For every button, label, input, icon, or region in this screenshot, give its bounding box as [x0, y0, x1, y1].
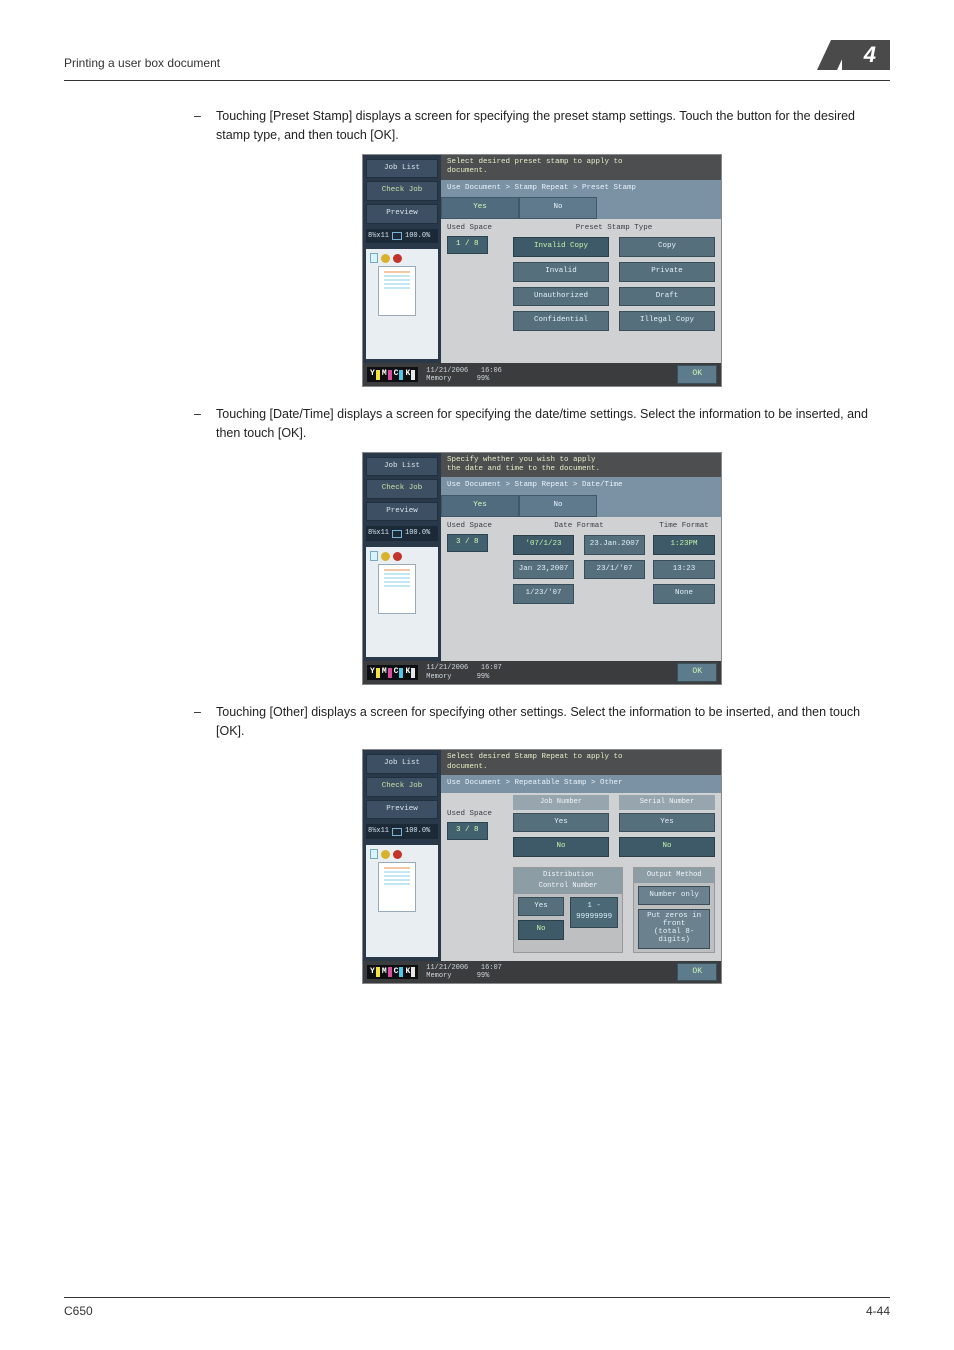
status-bar: 8½x11100.0% [366, 526, 438, 541]
toner-levels: Y M C K [367, 965, 418, 979]
check-job-button[interactable]: Check Job [366, 479, 438, 499]
date-opt-4[interactable]: 23/1/'07 [584, 560, 645, 580]
bullet-text-1: Touching [Preset Stamp] displays a scree… [216, 107, 890, 146]
preview-button[interactable]: Preview [366, 204, 438, 224]
preview-panel [366, 249, 438, 359]
job-list-button[interactable]: Job List [366, 457, 438, 477]
rotate-right-icon[interactable] [393, 850, 402, 859]
bullet-dash: – [194, 703, 216, 742]
bullet-text-2: Touching [Date/Time] displays a screen f… [216, 405, 890, 444]
opt-illegal-copy[interactable]: Illegal Copy [619, 311, 715, 331]
serial-number-title: Serial Number [619, 795, 715, 810]
page-thumbnail [378, 564, 416, 614]
tab-no[interactable]: No [519, 197, 597, 219]
section-title: Preset Stamp Type [513, 223, 715, 235]
tab-yes[interactable]: Yes [441, 495, 519, 517]
screenshot-other: Job List Check Job Preview 8½x11100.0% [362, 749, 722, 984]
breadcrumb: Use Document > Repeatable Stamp > Other [441, 775, 721, 793]
preview-button[interactable]: Preview [366, 502, 438, 522]
job-number-yes[interactable]: Yes [513, 813, 609, 833]
footer-datetime: 11/21/2006 16:07 Memory 99% [426, 664, 502, 680]
time-opt-2[interactable]: 13:23 [653, 560, 715, 580]
prompt-text: Specify whether you wish to apply the da… [441, 453, 721, 478]
date-opt-5[interactable]: 1/23/'07 [513, 584, 574, 604]
rotate-left-icon[interactable] [381, 850, 390, 859]
distribution-title: Distribution Control Number [514, 868, 622, 894]
date-format-title: Date Format [513, 521, 645, 533]
breadcrumb: Use Document > Stamp Repeat > Preset Sta… [441, 180, 721, 198]
time-opt-1[interactable]: 1:23PM [653, 535, 715, 555]
rotate-right-icon[interactable] [393, 254, 402, 263]
ok-button[interactable]: OK [677, 663, 717, 681]
preview-panel [366, 845, 438, 957]
bullet-dash: – [194, 107, 216, 146]
doc-icon [370, 551, 378, 561]
opt-confidential[interactable]: Confidential [513, 311, 609, 331]
prompt-text: Select desired Stamp Repeat to apply to … [441, 750, 721, 775]
serial-number-no[interactable]: No [619, 837, 715, 857]
footer-model: C650 [64, 1304, 93, 1318]
serial-number-yes[interactable]: Yes [619, 813, 715, 833]
page-fraction: 1 / 8 [447, 236, 488, 254]
used-space-label: Used Space [447, 809, 505, 821]
screenshot-preset-stamp: Job List Check Job Preview 8½x11100.0% [362, 154, 722, 387]
ok-button[interactable]: OK [677, 365, 717, 383]
used-space-label: Used Space [447, 521, 505, 533]
rotate-left-icon[interactable] [381, 552, 390, 561]
rotate-right-icon[interactable] [393, 552, 402, 561]
status-bar: 8½x11100.0% [366, 229, 438, 244]
bullet-text-3: Touching [Other] displays a screen for s… [216, 703, 890, 742]
opt-draft[interactable]: Draft [619, 287, 715, 307]
doc-icon [370, 849, 378, 859]
output-zeros[interactable]: Put zeros in front (total 8-digits) [638, 909, 710, 949]
page-thumbnail [378, 862, 416, 912]
job-list-button[interactable]: Job List [366, 159, 438, 179]
footer-datetime: 11/21/2006 16:06 Memory 99% [426, 367, 502, 383]
opt-private[interactable]: Private [619, 262, 715, 282]
page-fraction: 3 / 8 [447, 822, 488, 840]
screenshot-date-time: Job List Check Job Preview 8½x11100.0% [362, 452, 722, 685]
output-method-title: Output Method [634, 868, 714, 883]
opt-invalid-copy[interactable]: Invalid Copy [513, 237, 609, 257]
date-opt-1[interactable]: '07/1/23 [513, 535, 574, 555]
page-content: – Touching [Preset Stamp] displays a scr… [194, 107, 890, 984]
date-opt-3[interactable]: Jan 23,2007 [513, 560, 574, 580]
output-number-only[interactable]: Number only [638, 886, 710, 906]
rotate-left-icon[interactable] [381, 254, 390, 263]
opt-unauthorized[interactable]: Unauthorized [513, 287, 609, 307]
dist-no[interactable]: No [518, 920, 564, 940]
breadcrumb: Use Document > Stamp Repeat > Date/Time [441, 477, 721, 495]
check-job-button[interactable]: Check Job [366, 777, 438, 797]
status-bar: 8½x11100.0% [366, 824, 438, 839]
bullet-dash: – [194, 405, 216, 444]
job-number-no[interactable]: No [513, 837, 609, 857]
opt-invalid[interactable]: Invalid [513, 262, 609, 282]
prompt-text: Select desired preset stamp to apply to … [441, 155, 721, 180]
opt-copy[interactable]: Copy [619, 237, 715, 257]
used-space-label: Used Space [447, 223, 505, 235]
toner-levels: Y M C K [367, 665, 418, 679]
dist-yes[interactable]: Yes [518, 897, 564, 917]
running-title: Printing a user box document [64, 56, 220, 70]
page-fraction: 3 / 8 [447, 534, 488, 552]
chapter-number: 4 [842, 40, 890, 70]
doc-icon [370, 253, 378, 263]
dist-range[interactable]: 1 - 99999999 [570, 897, 618, 928]
preview-panel [366, 547, 438, 657]
date-opt-2[interactable]: 23.Jan.2007 [584, 535, 645, 555]
time-opt-3[interactable]: None [653, 584, 715, 604]
tab-no[interactable]: No [519, 495, 597, 517]
preview-button[interactable]: Preview [366, 800, 438, 820]
page-thumbnail [378, 266, 416, 316]
check-job-button[interactable]: Check Job [366, 181, 438, 201]
job-list-button[interactable]: Job List [366, 754, 438, 774]
time-format-title: Time Format [653, 521, 715, 533]
toner-levels: Y M C K [367, 367, 418, 381]
job-number-title: Job Number [513, 795, 609, 810]
footer-datetime: 11/21/2006 16:07 Memory 99% [426, 964, 502, 980]
tab-yes[interactable]: Yes [441, 197, 519, 219]
footer-page: 4-44 [866, 1304, 890, 1318]
ok-button[interactable]: OK [677, 963, 717, 981]
